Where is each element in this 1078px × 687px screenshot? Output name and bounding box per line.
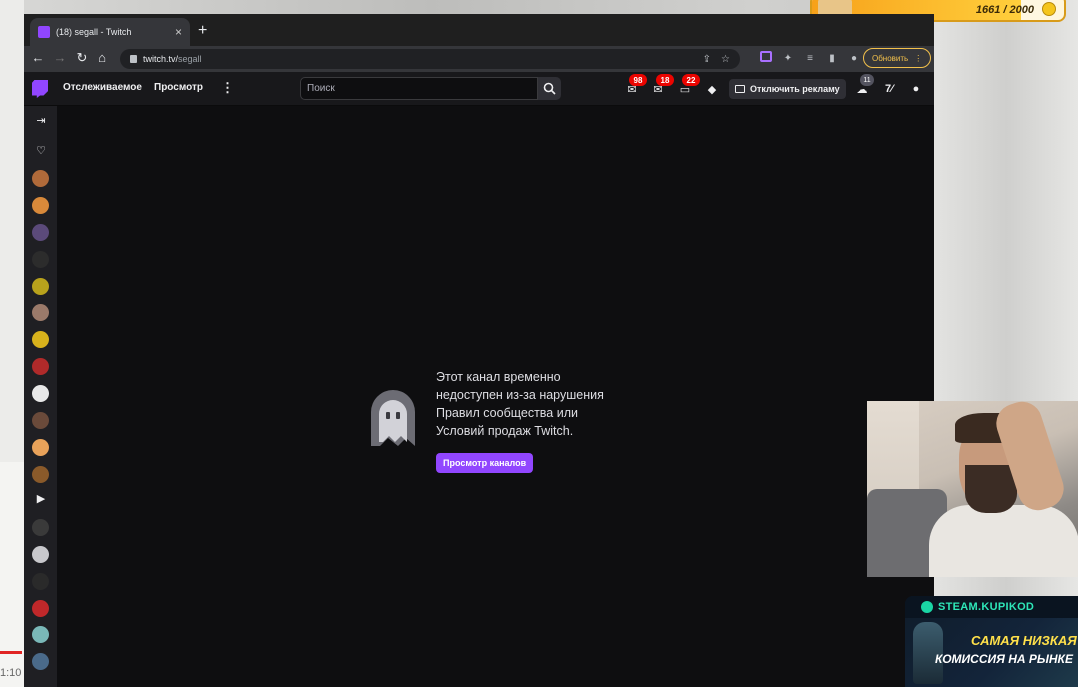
ghost-icon <box>371 390 415 446</box>
coin-icon <box>1042 2 1056 16</box>
home-icon[interactable]: ⌂ <box>94 50 110 65</box>
tab-strip: (18) segall - Twitch × + <box>24 14 934 46</box>
webcam-shirt <box>929 505 1078 577</box>
webcam-beard <box>965 465 1017 513</box>
update-label: Обновить <box>872 53 909 63</box>
channel-avatar[interactable] <box>32 626 49 643</box>
search-box <box>300 77 538 100</box>
expand-sidebar-icon[interactable]: ⇥ <box>33 114 49 127</box>
channel-avatar[interactable] <box>32 385 49 402</box>
inbox-badge: 98 <box>629 74 647 86</box>
browse-channels-button[interactable]: Просмотр каналов <box>436 453 534 473</box>
video-camera-icon: ▶ <box>36 493 46 505</box>
turbo-icon[interactable]: 7⁄ <box>881 81 897 97</box>
channel-avatar[interactable] <box>32 278 49 295</box>
channel-avatar[interactable] <box>32 170 49 187</box>
browser-window: (18) segall - Twitch × + ← → ↻ ⌂ twitch.… <box>24 14 934 687</box>
tab-title: (18) segall - Twitch <box>56 27 132 37</box>
back-icon[interactable]: ← <box>30 50 46 65</box>
sponsor-tagline-2: КОМИССИЯ НА РЫНКЕ <box>935 652 1073 666</box>
kebab-menu-icon: ⋮ <box>914 53 923 63</box>
followed-channels-sidebar: ⇥ ♡ ▶ <box>24 106 57 687</box>
channel-avatar[interactable] <box>32 197 49 214</box>
extensions-puzzle-icon[interactable]: ✦ <box>782 53 794 64</box>
donation-goal-counter: 1661 / 2000 <box>975 4 1034 16</box>
channel-avatar[interactable] <box>32 304 49 321</box>
channel-avatar[interactable] <box>32 653 49 670</box>
lock-icon <box>130 55 137 63</box>
channel-avatar[interactable] <box>32 573 49 590</box>
channel-avatar[interactable] <box>32 251 49 268</box>
twitch-favicon-icon <box>38 26 50 38</box>
sponsor-header: STEAM.KUPIKOD <box>905 596 1078 618</box>
update-browser-button[interactable]: Обновить ⋮ <box>863 48 932 68</box>
user-avatar-icon[interactable]: ● <box>908 81 924 97</box>
url-field[interactable]: twitch.tv/segall ⇪ ☆ <box>120 49 740 69</box>
browser-tab-twitch[interactable]: (18) segall - Twitch × <box>30 18 190 46</box>
ad-free-label: Отключить рекламу <box>750 84 840 94</box>
nav-following[interactable]: Отслеживаемое <box>63 82 142 93</box>
ad-free-button[interactable]: Отключить рекламу <box>729 79 846 99</box>
channel-unavailable-message: Этот канал временно недоступен из-за нар… <box>436 370 604 438</box>
steam-logo-icon <box>921 601 933 613</box>
channel-avatar[interactable] <box>32 600 49 617</box>
heart-icon: ♡ <box>36 145 46 157</box>
sponsor-brand: STEAM.KUPIKOD <box>938 601 1035 613</box>
search-button[interactable] <box>538 77 561 100</box>
channel-avatar[interactable] <box>32 546 49 563</box>
address-bar-row: ← → ↻ ⌂ twitch.tv/segall ⇪ ☆ ✦ ≡ ▮ ● Обн… <box>24 46 934 72</box>
url-text: twitch.tv/segall <box>143 54 202 64</box>
share-icon[interactable]: ⇪ <box>703 54 711 65</box>
extension-purple-icon[interactable] <box>760 51 772 65</box>
channel-avatar[interactable] <box>32 466 49 483</box>
bookmark-star-icon[interactable]: ☆ <box>721 54 730 65</box>
forward-icon[interactable]: → <box>52 50 68 65</box>
search-input[interactable] <box>301 78 537 99</box>
whispers-badge: 22 <box>682 74 700 86</box>
crown-drop-icon[interactable]: ◆ <box>704 81 720 97</box>
reading-list-icon[interactable]: ≡ <box>804 53 816 64</box>
profile-avatar-icon[interactable]: ● <box>848 53 860 64</box>
mail-badge: 18 <box>656 74 674 86</box>
reload-icon[interactable]: ↻ <box>74 50 90 66</box>
background-curtain <box>934 0 1078 687</box>
channel-avatar[interactable] <box>32 519 49 536</box>
webcam-overlay <box>867 401 1078 577</box>
close-tab-icon[interactable]: × <box>175 25 182 39</box>
bits-badge: 11 <box>860 74 874 86</box>
channel-avatar[interactable] <box>32 331 49 348</box>
channel-avatar[interactable] <box>32 439 49 456</box>
sponsor-tagline-1: САМАЯ НИЗКАЯ <box>971 633 1077 648</box>
more-vertical-icon[interactable]: ⋮ <box>221 80 234 96</box>
side-panel-icon[interactable]: ▮ <box>826 53 838 64</box>
channel-avatar[interactable] <box>32 412 49 429</box>
sponsor-ad-banner: STEAM.KUPIKOD САМАЯ НИЗКАЯ КОМИССИЯ НА Р… <box>905 596 1078 687</box>
channel-main-area: Этот канал временно недоступен из-за нар… <box>57 106 934 687</box>
ad-free-icon <box>735 85 745 93</box>
new-tab-icon[interactable]: + <box>198 22 207 40</box>
twitch-top-nav: Отслеживаемое Просмотр ⋮ ✉ 98 ✉ 18 ▭ 22 … <box>24 72 934 106</box>
nav-browse[interactable]: Просмотр <box>154 82 203 93</box>
video-progress-line <box>0 651 22 654</box>
search-icon <box>543 82 556 95</box>
twitch-logo-icon[interactable] <box>32 80 48 98</box>
channel-avatar[interactable] <box>32 358 49 375</box>
channel-avatar[interactable] <box>32 224 49 241</box>
video-timestamp-fragment: 1:10 <box>0 667 22 679</box>
